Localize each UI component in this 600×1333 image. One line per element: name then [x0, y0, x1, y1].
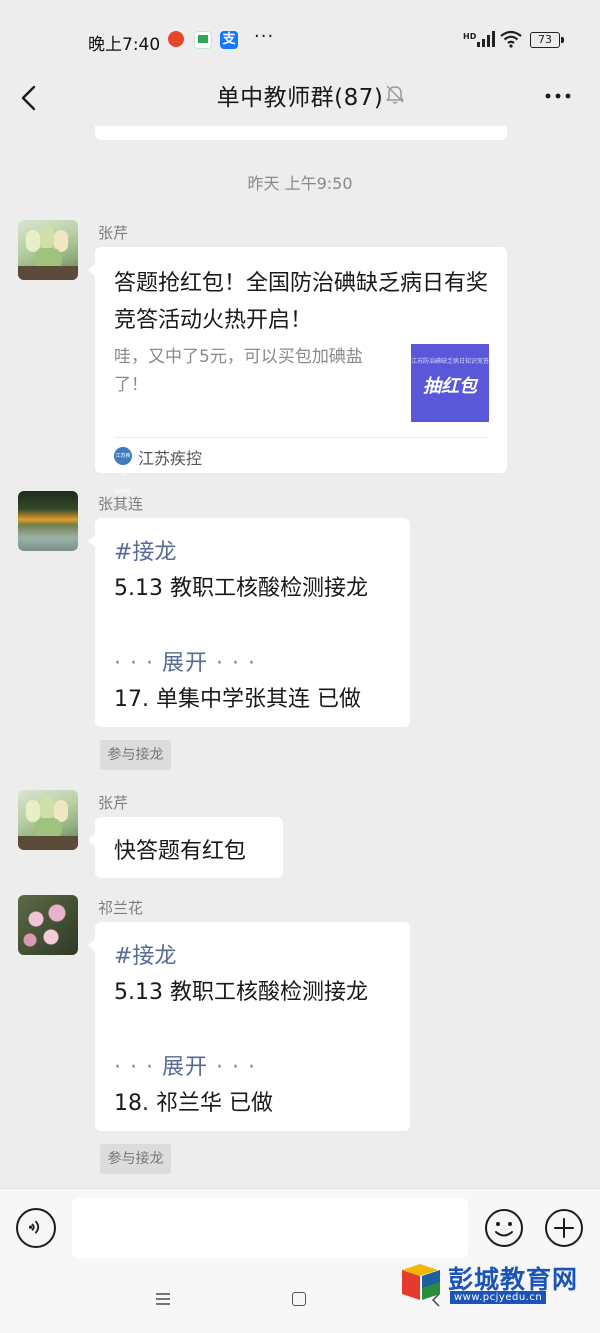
wifi-icon	[500, 30, 522, 48]
status-more: ···	[254, 26, 275, 47]
thumbnail-caption: 江苏防治碘缺乏病日知识竞答	[411, 358, 489, 365]
join-jielong-button[interactable]: 参与接龙	[100, 1144, 171, 1174]
jielong-subject: 5.13 教职工核酸检测接龙	[114, 576, 368, 601]
menu-icon[interactable]	[155, 1292, 171, 1306]
jielong-tag[interactable]: #接龙	[114, 938, 176, 970]
hd-label: HD	[463, 32, 477, 41]
avatar[interactable]	[18, 790, 78, 850]
sender-name: 祁兰花	[98, 899, 144, 917]
thumbnail-title: 抽红包	[423, 376, 477, 397]
status-time: 晚上7:40	[88, 35, 161, 55]
message-input[interactable]	[72, 1198, 468, 1258]
expand-link[interactable]: · · · 展开 · · ·	[114, 645, 256, 677]
jielong-subject: 5.13 教职工核酸检测接龙	[114, 980, 368, 1005]
more-icon[interactable]	[540, 78, 576, 114]
card-title: 答题抢红包！全国防治碘缺乏病日有奖竞答活动火热开启！	[114, 271, 489, 333]
chat-title: 单中教师群(87)	[216, 85, 384, 111]
battery-icon: 73	[530, 32, 564, 48]
chat-area[interactable]: 昨天 上午9:50 张芹 答题抢红包！全国防治碘缺乏病日有奖竞答活动火热开启！ …	[0, 126, 600, 1188]
mute-bell-icon	[386, 85, 404, 104]
jielong-entry: 18. 祁兰华 已做	[114, 1091, 273, 1116]
notification-icon	[168, 31, 184, 47]
app-notification-icon	[194, 31, 212, 49]
home-icon[interactable]	[292, 1292, 306, 1306]
card-description: 哇，又中了5元，可以买包加碘盐了！	[114, 347, 363, 395]
signal-icon	[477, 31, 495, 47]
jielong-entry: 17. 单集中学张其连 已做	[114, 687, 361, 712]
avatar[interactable]	[18, 220, 78, 280]
jielong-tag[interactable]: #接龙	[114, 534, 176, 566]
avatar[interactable]	[18, 491, 78, 551]
chat-header: 单中教师群(87)	[0, 70, 600, 126]
link-card-message[interactable]: 答题抢红包！全国防治碘缺乏病日有奖竞答活动火热开启！ 哇，又中了5元，可以买包加…	[88, 247, 507, 495]
jielong-message[interactable]: #接龙 5.13 教职工核酸检测接龙 · · · 展开 · · · 18. 祁兰…	[88, 922, 410, 1131]
input-bar	[0, 1188, 600, 1263]
previous-message-bubble[interactable]	[95, 126, 507, 140]
jielong-message[interactable]: #接龙 5.13 教职工核酸检测接龙 · · · 展开 · · · 17. 单集…	[88, 518, 410, 727]
avatar[interactable]	[18, 895, 78, 955]
message-timestamp: 昨天 上午9:50	[247, 174, 353, 193]
message-text: 快答题有红包	[114, 839, 247, 864]
text-message[interactable]: 快答题有红包	[88, 817, 283, 878]
divider	[114, 437, 489, 438]
alipay-icon: 支	[220, 31, 238, 49]
expand-link[interactable]: · · · 展开 · · ·	[114, 1049, 256, 1081]
source-logo-icon: 江苏疾控 JSCDC	[114, 447, 132, 495]
card-thumbnail: 江苏防治碘缺乏病日知识竞答 抽红包	[411, 344, 489, 422]
sender-name: 张芹	[98, 794, 129, 812]
join-jielong-button[interactable]: 参与接龙	[100, 740, 171, 770]
watermark: 彭城教育网 www.pcjyedu.cn	[398, 1258, 588, 1310]
sender-name: 张其连	[98, 495, 144, 513]
status-bar: 晚上7:40 支 ··· HD 73	[0, 0, 600, 70]
emoji-icon[interactable]	[484, 1208, 524, 1248]
sender-name: 张芹	[98, 224, 129, 242]
voice-icon[interactable]	[16, 1208, 56, 1248]
card-source: 江苏疾控	[138, 449, 203, 468]
watermark-logo	[402, 1264, 440, 1300]
plus-icon[interactable]	[544, 1208, 584, 1248]
watermark-url: www.pcjyedu.cn	[450, 1291, 547, 1304]
